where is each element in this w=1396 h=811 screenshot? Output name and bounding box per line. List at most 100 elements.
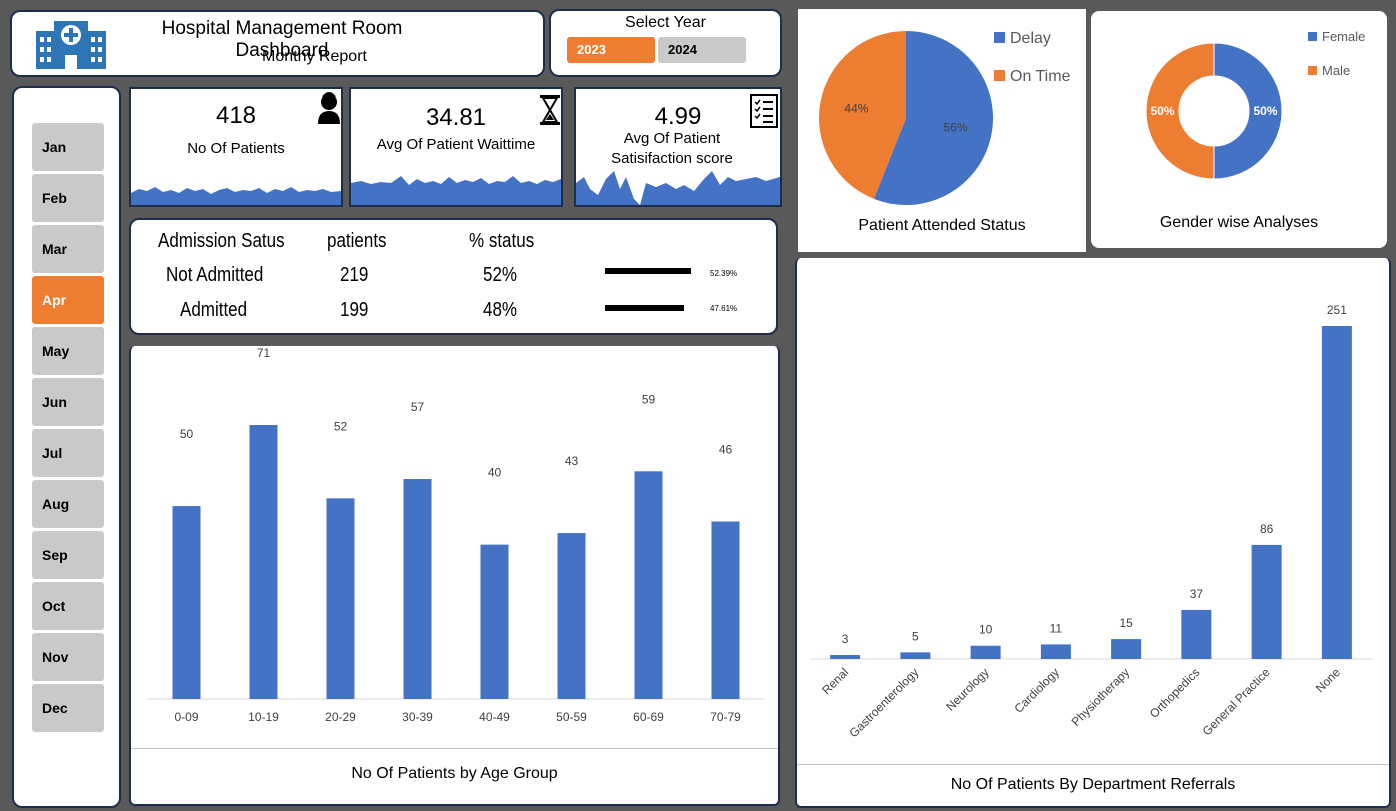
admission-header-patients: patients [327,230,387,252]
hourglass-icon [540,95,560,125]
tick-label: 20-29 [325,710,356,724]
data-label: 11 [1050,621,1063,635]
month-button-oct[interactable]: Oct [32,582,104,630]
slice-label: 50% [1150,104,1174,118]
legend-label: Male [1322,63,1350,78]
legend-swatch [1308,32,1317,41]
data-label: 43 [565,454,579,468]
bar-20-29 [326,498,355,699]
admission-bar-label: 47.61% [710,304,738,313]
data-label: 50 [180,427,194,441]
tick-label: Orthopedics [1147,665,1203,721]
age-group-chart: 50 0-09 71 10-19 52 20-29 57 30-39 40 40-49 43 50-5… [148,346,764,724]
patients-sparkline [131,187,341,205]
month-button-jul[interactable]: Jul [32,429,104,477]
attended-status-panel: 56% Delay 44% On Time Patient Attended Stat… [798,9,1086,252]
month-button-jan[interactable]: Jan [32,123,104,171]
data-label: 3 [842,632,849,646]
department-referrals-chart: 3 Renal 5 Gastroenterology 10 Neurology 11 Card… [810,303,1372,740]
tick-label: 70-79 [710,710,741,724]
month-button-jun[interactable]: Jun [32,378,104,426]
year-selector: Select Year 2023 2024 [549,9,782,77]
divider [131,748,778,749]
kpi-label: Avg Of Patient Waittime [376,136,536,153]
legend-swatch [994,70,1005,81]
attended-status-pie: 56% Delay 44% On Time [819,30,1071,205]
bar-70-79 [711,521,740,699]
bar-40-49 [480,544,509,699]
tick-label: Renal [819,665,851,697]
admission-row-pct: 52% [483,264,518,286]
bar-30-39 [403,479,432,699]
slice-label: 50% [1253,104,1277,118]
data-label: 59 [642,392,656,406]
admission-bar-label: 52.39% [710,269,738,278]
tick-label: None [1313,665,1343,695]
tick-label: 40-49 [479,710,510,724]
legend-swatch [1308,66,1317,75]
tick-label: 50-59 [556,710,587,724]
bar-none [1321,326,1352,659]
kpi-label: No Of Patients [187,140,285,157]
admission-row-patients: 199 [340,299,369,321]
tick-label: Cardiology [1012,665,1062,715]
admission-header-pct: % status [469,230,535,252]
bar-neurology [970,645,1001,659]
admission-row-status: Admitted [180,299,248,321]
department-chart-title: No Of Patients By Department Referrals [950,776,1236,793]
year-button-2023[interactable]: 2023 [567,37,655,63]
patient-icon [318,92,340,124]
pie-chart-title: Patient Attended Status [858,217,1026,234]
slice-label: 44% [844,102,868,116]
tick-label: 60-69 [633,710,664,724]
waittime-sparkline [351,176,561,205]
legend-swatch [994,32,1005,43]
tick-label: General Practice [1200,665,1273,738]
tick-label: Gastroenterology [846,665,921,740]
data-label: 40 [488,466,502,480]
data-label: 71 [257,346,271,360]
tick-label: Physiotherapy [1069,665,1133,729]
admission-row-status: Not Admitted [166,264,264,286]
bar-50-59 [557,533,586,699]
month-button-nov[interactable]: Nov [32,633,104,681]
legend-label: Delay [1010,30,1051,47]
bar-0-09 [172,506,201,699]
month-button-apr[interactable]: Apr [32,276,104,324]
admission-bar [605,305,684,311]
month-button-may[interactable]: May [32,327,104,375]
checklist-icon [750,94,778,128]
page-subtitle: Monthy Report [262,48,367,65]
bar-physiotherapy [1111,639,1142,659]
kpi-card-satisfaction: 4.99 Avg Of Patient Satisifaction score [574,87,782,207]
month-button-sep[interactable]: Sep [32,531,104,579]
department-chart-panel: 3 Renal 5 Gastroenterology 10 Neurology 11 Card… [795,258,1391,808]
data-label: 46 [719,442,733,456]
bar-60-69 [634,471,663,699]
month-button-mar[interactable]: Mar [32,225,104,273]
age-group-chart-panel: 50 0-09 71 10-19 52 20-29 57 30-39 40 40-49 43 50-5… [129,346,780,806]
title-panel: Hospital Management Room Dashboard Month… [10,10,545,77]
year-selector-label: Select Year [625,14,706,31]
tick-label: Neurology [943,665,992,714]
bar-orthopedics [1181,609,1212,659]
tick-label: 0-09 [174,710,198,724]
month-button-aug[interactable]: Aug [32,480,104,528]
data-label: 15 [1119,616,1133,630]
bar-cardiology [1040,644,1071,659]
year-button-2024[interactable]: 2024 [658,37,746,63]
month-selector: Jan Feb Mar Apr May Jun Jul Aug Sep Oct Nov Dec [12,86,121,808]
slice-label: 56% [944,120,968,134]
data-label: 37 [1190,587,1204,601]
month-button-dec[interactable]: Dec [32,684,104,732]
month-button-feb[interactable]: Feb [32,174,104,222]
bar-renal [830,655,861,659]
bar-10-19 [249,425,278,699]
hospital-icon [36,21,106,69]
data-label: 57 [411,400,425,414]
data-label: 5 [912,629,919,643]
gender-analysis-panel: 50% Female 50% Male Gender wise Analyses [1091,11,1387,248]
tick-label: 10-19 [248,710,279,724]
admission-bar [605,268,691,274]
kpi-value: 418 [215,102,257,129]
